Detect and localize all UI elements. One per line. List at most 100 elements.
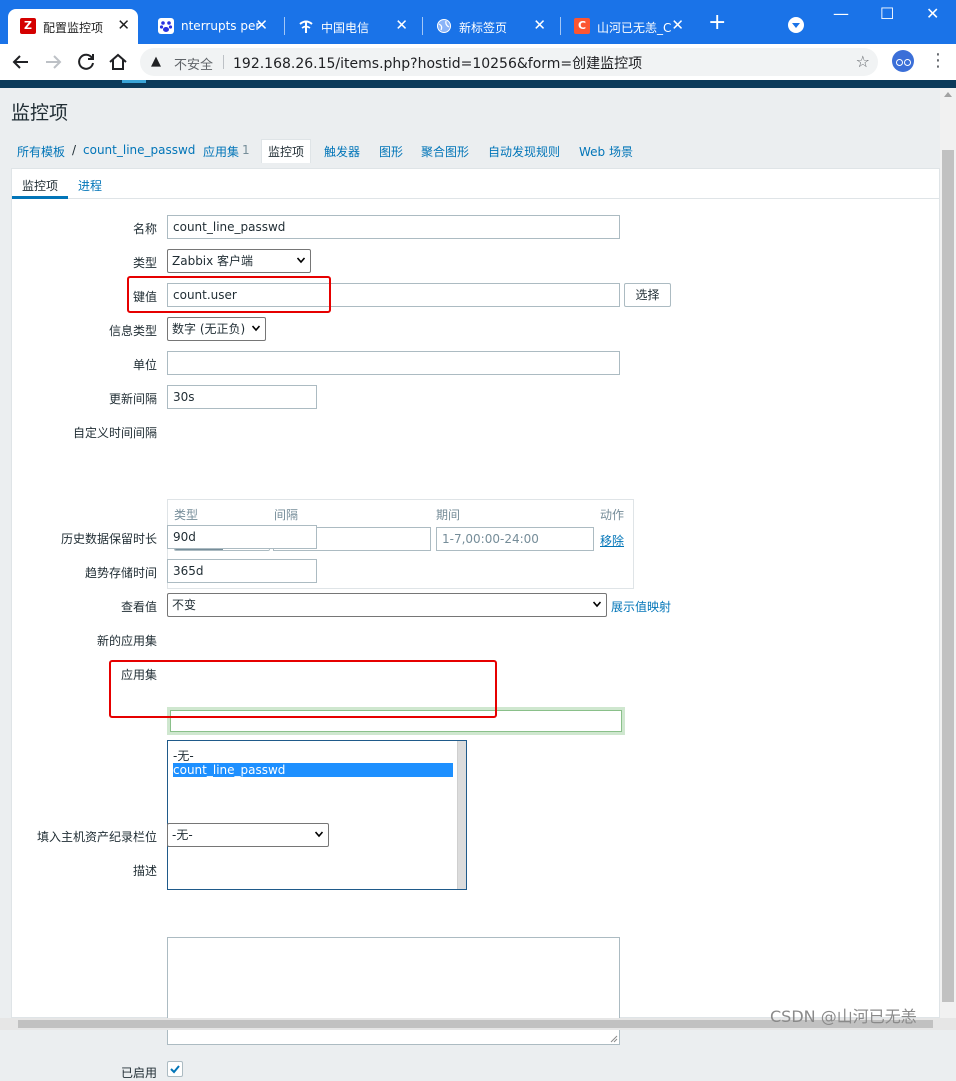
new-application-field[interactable]	[170, 710, 622, 732]
csdn-watermark: CSDN @山河已无恙	[770, 1007, 917, 1026]
active-tab-indicator	[12, 196, 68, 199]
enabled-checkbox[interactable]	[167, 1061, 183, 1077]
units-input[interactable]	[167, 351, 620, 375]
globe-icon	[436, 18, 452, 34]
china-telecom-icon	[298, 18, 314, 34]
header-accent	[122, 80, 146, 83]
item-form: 监控项 进程 名称 count_line_passwd 类型 Zabbix 客户…	[11, 168, 940, 1080]
tab-process[interactable]: 进程	[78, 177, 102, 194]
chevron-down-icon	[593, 601, 601, 608]
interval-input[interactable]: 30s	[167, 385, 317, 409]
scroll-up-icon[interactable]	[944, 92, 952, 97]
page-scrollbar[interactable]	[940, 88, 956, 1018]
tab-search-icon[interactable]	[788, 17, 804, 33]
custom-intervals-label: 自定义时间间隔	[72, 426, 157, 440]
name-label: 名称	[132, 222, 157, 236]
key-select-button[interactable]: 选择	[624, 283, 671, 307]
inventory-select[interactable]: -无-	[167, 823, 329, 847]
address-bar[interactable]: ▲ 不安全 192.168.26.15/items.php?hostid=102…	[140, 48, 878, 76]
tab-interrupts[interactable]: nterrupts per ✕	[146, 9, 276, 44]
interval-label: 更新间隔	[108, 392, 157, 406]
type-label: 类型	[132, 256, 157, 270]
baidu-paw-icon	[158, 18, 174, 34]
trends-input[interactable]: 365d	[167, 559, 317, 583]
tab-csdn[interactable]: C 山河已无恙_C ✕	[562, 9, 692, 44]
tab-title: nterrupts per	[181, 19, 261, 33]
reload-icon[interactable]	[74, 50, 98, 74]
home-icon[interactable]	[106, 50, 130, 74]
applications-count: 1	[242, 143, 250, 157]
valuemap-label: 查看值	[120, 600, 157, 614]
listbox-scrollbar[interactable]	[457, 741, 466, 889]
tab-separator	[422, 17, 423, 35]
breadcrumb-web[interactable]: Web 场景	[579, 143, 633, 160]
info-type-label: 信息类型	[108, 324, 157, 338]
minimize-icon[interactable]: —	[833, 4, 849, 24]
profile-avatar-icon[interactable]	[892, 50, 914, 72]
units-label: 单位	[132, 358, 157, 372]
bookmark-star-icon[interactable]: ☆	[856, 52, 870, 71]
breadcrumb-host[interactable]: count_line_passwd	[83, 143, 195, 157]
enabled-label: 已启用	[120, 1066, 157, 1080]
valuemap-select[interactable]: 不变	[167, 593, 607, 617]
page-title: 监控项	[11, 102, 69, 124]
close-icon[interactable]: ✕	[533, 16, 546, 34]
zabbix-z-icon: Z	[20, 18, 36, 34]
breadcrumb: 所有模板 / count_line_passwd 应用集 1 监控项 触发器 图…	[11, 136, 940, 163]
zabbix-header-bar	[0, 80, 956, 88]
new-application-input[interactable]	[167, 707, 625, 735]
history-input[interactable]: 90d	[167, 525, 317, 549]
breadcrumb-discovery[interactable]: 自动发现规则	[488, 143, 560, 160]
tab-new-tab-page[interactable]: 新标签页 ✕	[424, 9, 554, 44]
name-input[interactable]: count_line_passwd	[167, 215, 620, 239]
close-icon[interactable]: ✕	[671, 16, 684, 34]
info-type-select[interactable]: 数字 (无正负)	[167, 317, 266, 341]
breadcrumb-all-templates[interactable]: 所有模板	[17, 143, 65, 160]
custom-period-input[interactable]: 1-7,00:00-24:00	[436, 527, 594, 551]
chevron-down-icon	[315, 831, 323, 838]
applications-listbox[interactable]: -无- count_line_passwd	[167, 740, 467, 890]
applications-label: 应用集	[120, 668, 157, 682]
breadcrumb-items[interactable]: 监控项	[261, 139, 312, 163]
tab-china-telecom[interactable]: 中国电信 ✕	[286, 9, 416, 44]
col-action-header: 动作	[600, 508, 625, 522]
forward-arrow-icon[interactable]	[41, 50, 65, 74]
address-divider	[223, 55, 224, 69]
back-arrow-icon[interactable]	[9, 50, 33, 74]
window-close-icon[interactable]: ✕	[926, 4, 939, 24]
type-select[interactable]: Zabbix 客户端	[167, 249, 311, 273]
csdn-c-icon: C	[574, 18, 590, 34]
url-text[interactable]: 192.168.26.15/items.php?hostid=10256&for…	[233, 53, 642, 73]
resize-grip-icon[interactable]	[610, 1035, 618, 1043]
key-label: 键值	[132, 290, 157, 304]
form-subtabs: 监控项 进程	[12, 169, 939, 199]
new-tab-button[interactable]: +	[708, 12, 726, 34]
col-period-header: 期间	[436, 508, 461, 522]
breadcrumb-graphs[interactable]: 图形	[379, 143, 403, 160]
inventory-label: 填入主机资产纪录栏位	[36, 830, 157, 844]
insecure-label[interactable]: 不安全	[174, 54, 213, 73]
close-icon[interactable]: ✕	[395, 16, 408, 34]
breadcrumb-triggers[interactable]: 触发器	[324, 143, 360, 160]
warning-icon: ▲	[151, 54, 161, 69]
show-valuemap-link[interactable]: 展示值映射	[611, 598, 671, 615]
more-menu-icon[interactable]: ⋮	[929, 50, 947, 71]
tab-separator	[284, 17, 285, 35]
key-input[interactable]: count.user	[167, 283, 620, 307]
tab-title: 山河已无恙_C	[597, 21, 672, 35]
close-icon[interactable]: ✕	[255, 16, 268, 34]
maximize-icon[interactable]: ☐	[880, 4, 894, 24]
breadcrumb-applications[interactable]: 应用集	[203, 143, 239, 160]
tab-separator	[560, 17, 561, 35]
browser-tab-bar: Z 配置监控项 ✕ nterrupts per ✕ 中国电信 ✕ 新标签页 ✕ …	[0, 0, 956, 44]
zabbix-page: 监控项 所有模板 / count_line_passwd 应用集 1 监控项 触…	[0, 88, 940, 1080]
list-item[interactable]: -无-	[173, 749, 453, 763]
close-icon[interactable]: ✕	[117, 16, 130, 34]
breadcrumb-screens[interactable]: 聚合图形	[421, 143, 469, 160]
remove-interval-link[interactable]: 移除	[600, 532, 624, 549]
scrollbar-thumb[interactable]	[942, 150, 954, 1002]
breadcrumb-separator: /	[72, 143, 77, 157]
tab-item[interactable]: 监控项	[22, 177, 58, 194]
tab-config-item[interactable]: Z 配置监控项 ✕	[8, 9, 138, 44]
list-item-selected[interactable]: count_line_passwd	[173, 763, 453, 777]
